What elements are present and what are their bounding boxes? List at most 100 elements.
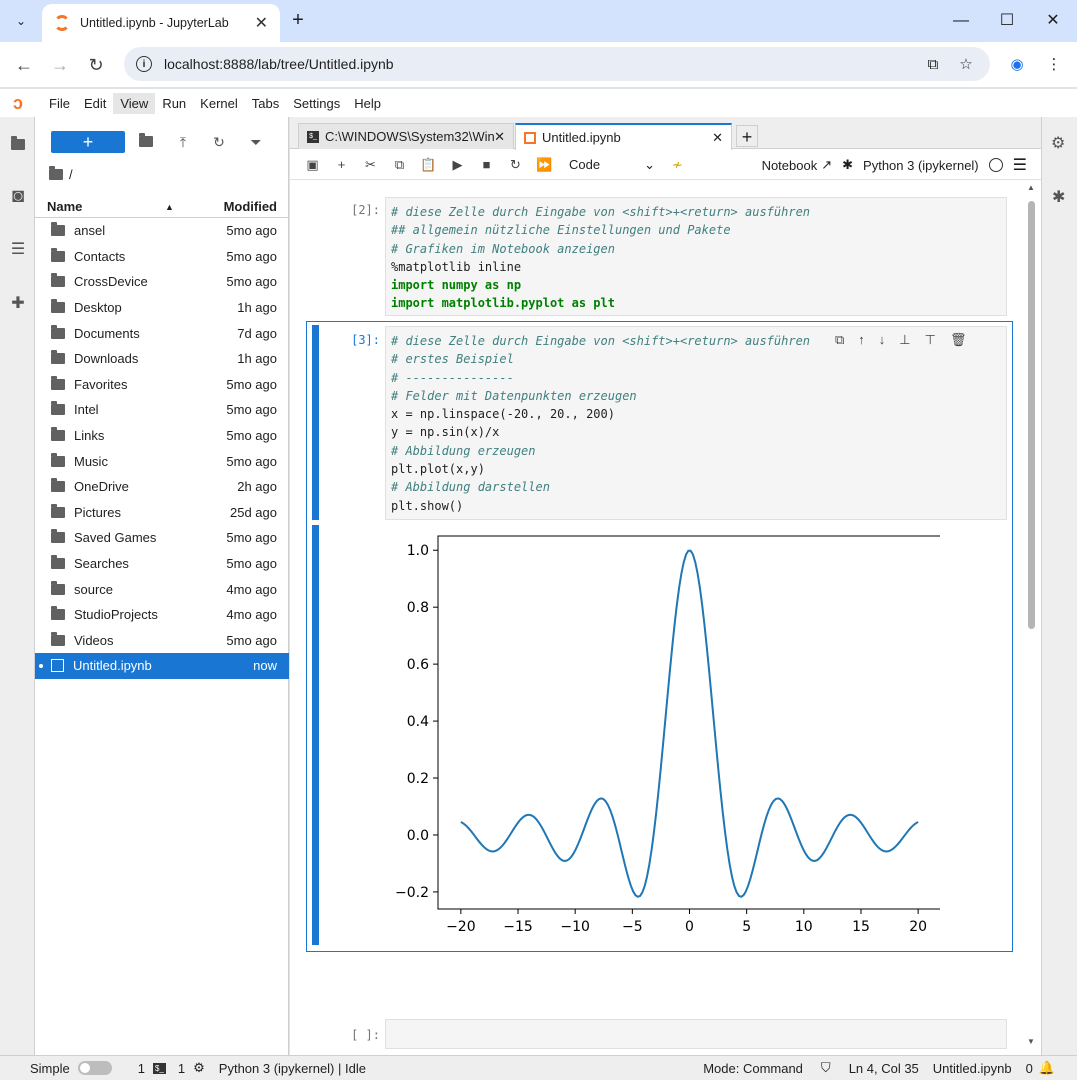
list-item[interactable]: Links 5mo ago (35, 423, 289, 449)
list-item[interactable]: source 4mo ago (35, 576, 289, 602)
code-cell-3[interactable]: # diese Zelle durch Eingabe von <shift>+… (385, 326, 1007, 520)
cell-prompt: [3]: (351, 333, 380, 347)
execution-time-icon[interactable]: ≁ (663, 157, 692, 173)
menu-run[interactable]: Run (155, 93, 193, 114)
code-cell-2[interactable]: # diese Zelle durch Eingabe von <shift>+… (385, 197, 1007, 316)
menu-kernel[interactable]: Kernel (193, 93, 245, 114)
open-external-icon[interactable]: ↗ (821, 157, 832, 173)
site-info-icon[interactable]: i (136, 56, 152, 72)
run-all-icon[interactable]: ⏩ (530, 157, 559, 173)
list-item[interactable]: Music 5mo ago (35, 448, 289, 474)
tab-terminal[interactable]: $_ C:\WINDOWS\System32\Win ✕ (298, 123, 514, 149)
list-item-selected[interactable]: Untitled.ipynb now (35, 653, 289, 679)
close-tab-icon[interactable]: ✕ (712, 130, 723, 146)
debugger-icon[interactable]: ✱ (1052, 187, 1065, 207)
list-item[interactable]: Pictures 25d ago (35, 500, 289, 526)
list-item[interactable]: Intel 5mo ago (35, 397, 289, 423)
new-folder-icon[interactable] (135, 131, 157, 153)
kernel-name[interactable]: Python 3 (ipykernel) (863, 158, 979, 173)
notebook-scrollbar[interactable]: ▲ ▼ (1024, 183, 1038, 1049)
output-collapser[interactable] (312, 525, 319, 945)
refresh-icon[interactable]: ↻ (208, 131, 230, 153)
bell-icon[interactable]: 🔔 (1039, 1060, 1055, 1076)
filter-icon[interactable]: ⏷ (245, 131, 267, 153)
list-item[interactable]: Videos 5mo ago (35, 628, 289, 654)
kernel-status[interactable]: Python 3 (ipykernel) | Idle (219, 1061, 366, 1076)
list-item[interactable]: Searches 5mo ago (35, 551, 289, 577)
profile-icon[interactable]: ◉ (1006, 54, 1028, 76)
omnibox[interactable]: i localhost:8888/lab/tree/Untitled.ipynb (124, 47, 990, 81)
menu-icon[interactable]: ☰ (1013, 155, 1027, 175)
scrollbar-thumb[interactable] (1028, 201, 1035, 629)
new-tab-button[interactable]: + (288, 10, 308, 30)
maximize-icon[interactable]: ☐ (992, 10, 1022, 32)
terminal-icon[interactable]: $_ (152, 1062, 166, 1074)
list-item[interactable]: Downloads 1h ago (35, 346, 289, 372)
modified-column-header[interactable]: Modified (205, 199, 289, 214)
cut-icon[interactable]: ✂ (356, 157, 385, 173)
tab-notebook[interactable]: Untitled.ipynb ✕ (515, 123, 732, 150)
menu-edit[interactable]: Edit (77, 93, 113, 114)
copy-icon[interactable]: ⧉ (385, 157, 414, 173)
name-column-header[interactable]: Name (47, 199, 165, 214)
delete-cell-icon[interactable]: 🗑 (950, 332, 967, 348)
forward-icon[interactable]: → (48, 53, 72, 77)
close-window-icon[interactable]: ✕ (1038, 10, 1068, 32)
move-up-icon[interactable]: ↑ (858, 332, 865, 348)
scroll-down-icon[interactable]: ▼ (1027, 1037, 1035, 1046)
restart-icon[interactable]: ↻ (501, 157, 530, 173)
new-launcher-tab-button[interactable]: + (736, 125, 758, 147)
table-of-contents-icon[interactable]: ☰ (8, 239, 28, 259)
menu-file[interactable]: File (42, 93, 77, 114)
translate-icon[interactable]: ⧉ (922, 54, 944, 76)
breadcrumb[interactable]: / (49, 166, 73, 182)
list-item[interactable]: Documents 7d ago (35, 320, 289, 346)
folder-icon[interactable] (8, 134, 28, 154)
back-icon[interactable]: ← (12, 53, 36, 77)
insert-cell-icon[interactable]: + (327, 157, 356, 172)
kernel-chip-icon[interactable]: ⚙ (193, 1060, 205, 1076)
insert-above-icon[interactable]: ⊥ (899, 332, 910, 348)
stop-icon[interactable]: ■ (472, 157, 501, 172)
list-item[interactable]: CrossDevice 5mo ago (35, 269, 289, 295)
insert-below-icon[interactable]: ⊤ (925, 332, 936, 348)
save-icon[interactable]: ▣ (298, 157, 327, 173)
running-kernels-icon[interactable]: ◙ (8, 185, 28, 207)
cursor-position[interactable]: Ln 4, Col 35 (849, 1061, 919, 1076)
menu-settings[interactable]: Settings (286, 93, 347, 114)
move-down-icon[interactable]: ↓ (879, 332, 886, 348)
trusted-shield-icon[interactable]: ⛉ (821, 1060, 831, 1076)
duplicate-cell-icon[interactable]: ⧉ (835, 332, 844, 348)
tab-search-chevron-icon[interactable]: ⌄ (8, 8, 34, 34)
menu-help[interactable]: Help (347, 93, 388, 114)
notebook-label[interactable]: Notebook (762, 158, 818, 173)
close-tab-icon[interactable]: ✕ (494, 129, 505, 145)
menu-tabs[interactable]: Tabs (245, 93, 286, 114)
list-item[interactable]: StudioProjects 4mo ago (35, 602, 289, 628)
paste-icon[interactable]: 📋 (414, 157, 443, 173)
bookmark-star-icon[interactable]: ☆ (955, 54, 977, 76)
upload-icon[interactable]: ⤒ (172, 131, 194, 153)
bug-icon[interactable]: ✱ (842, 157, 853, 173)
cell-type-select[interactable]: Code ⌄ (569, 157, 655, 173)
list-item[interactable]: Desktop 1h ago (35, 295, 289, 321)
new-launcher-button[interactable]: + (51, 131, 125, 153)
list-item[interactable]: OneDrive 2h ago (35, 474, 289, 500)
extensions-icon[interactable]: ✚ (8, 293, 28, 313)
input-collapser[interactable] (312, 325, 319, 520)
close-tab-icon[interactable]: ✕ (255, 13, 268, 33)
minimize-icon[interactable]: — (946, 10, 976, 32)
browser-menu-icon[interactable]: ⋮ (1043, 54, 1065, 76)
simple-mode-toggle[interactable] (77, 1061, 112, 1075)
list-item[interactable]: Favorites 5mo ago (35, 372, 289, 398)
empty-code-cell[interactable] (385, 1019, 1007, 1049)
reload-icon[interactable]: ↻ (84, 53, 108, 77)
run-icon[interactable]: ▶ (443, 157, 472, 173)
menu-view[interactable]: View (113, 92, 156, 114)
list-item[interactable]: Contacts 5mo ago (35, 244, 289, 270)
browser-tab-jupyterlab[interactable]: Untitled.ipynb - JupyterLab ✕ (42, 4, 280, 42)
property-inspector-icon[interactable]: ⚙ (1051, 133, 1065, 153)
list-item[interactable]: Saved Games 5mo ago (35, 525, 289, 551)
list-item[interactable]: ansel 5mo ago (35, 218, 289, 244)
scroll-up-icon[interactable]: ▲ (1027, 183, 1035, 192)
